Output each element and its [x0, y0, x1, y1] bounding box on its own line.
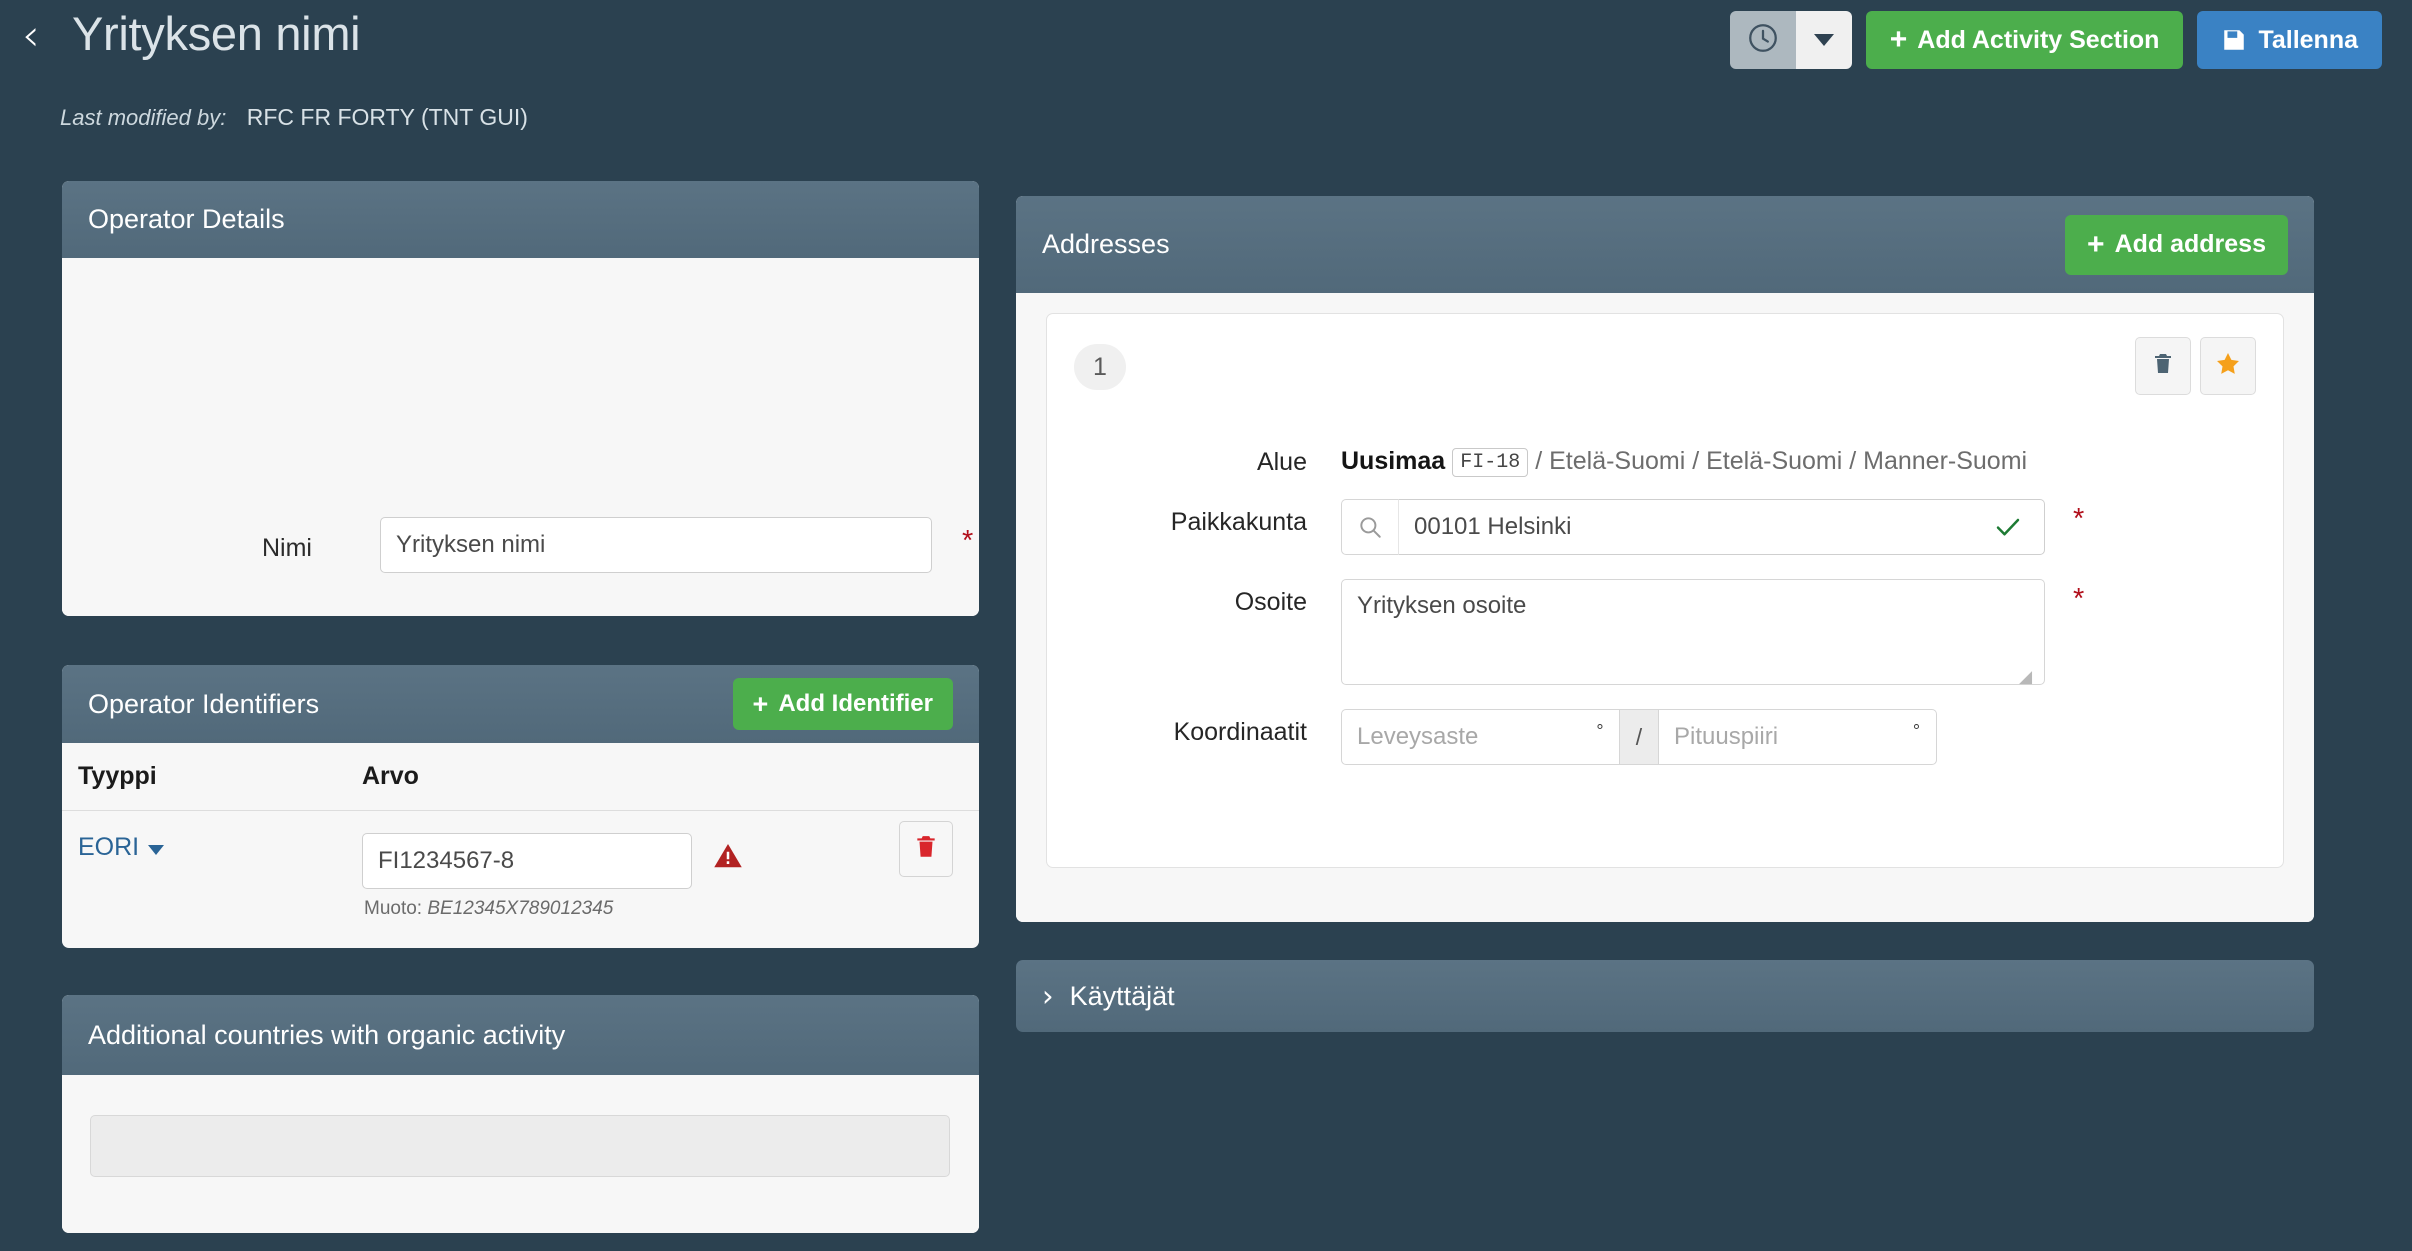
users-panel-header[interactable]: › Käyttäjät — [1016, 960, 2314, 1032]
identifier-value-input[interactable] — [362, 833, 692, 889]
paikkakunta-label: Paikkakunta — [1170, 508, 1307, 536]
operator-details-header: Operator Details — [62, 181, 979, 258]
koordinaatit-input-group: ° / ° — [1341, 709, 1937, 765]
latitude-degree-suffix: ° — [1581, 709, 1619, 765]
column-header-arvo: Arvo — [362, 762, 419, 790]
address-card-actions — [2135, 337, 2256, 395]
add-address-label: Add address — [2114, 230, 2266, 258]
addresses-panel: Addresses + Add address 1 Alue Uusimaa F… — [1016, 196, 2314, 922]
trash-icon — [913, 833, 939, 866]
additional-countries-title: Additional countries with organic activi… — [88, 1019, 566, 1050]
chevron-right-icon: › — [1042, 978, 1054, 1013]
star-filled-icon — [2214, 350, 2242, 383]
last-modified-label: Last modified by: — [60, 105, 227, 130]
history-dropdown-toggle[interactable] — [1795, 11, 1852, 69]
last-modified-info: Last modified by: RFC FR FORTY (TNT GUI) — [60, 104, 528, 131]
add-activity-section-button[interactable]: + Add Activity Section — [1865, 11, 2184, 69]
identifier-format-hint: Muoto: BE12345X789012345 — [364, 898, 744, 920]
history-split-button[interactable] — [1729, 11, 1852, 69]
address-index-badge: 1 — [1074, 344, 1126, 390]
osoite-field-wrap: ◢ — [1307, 579, 2045, 690]
paikkakunta-input-group — [1341, 499, 2045, 555]
operator-details-panel: Operator Details Nimi * Maa Suomi (FI) *… — [62, 181, 979, 616]
page-header: ‹ Yrityksen nimi Last modified by: RFC F… — [0, 0, 2412, 130]
header-actions: + Add Activity Section Tallenna — [1729, 11, 2382, 69]
caret-down-icon — [148, 844, 165, 855]
identifier-value-cell: Muoto: BE12345X789012345 — [362, 833, 744, 920]
identifier-type-label: EORI — [78, 833, 140, 861]
identifiers-table: Tyyppi Arvo EORI FI1234567-8 Muoto: BE12… — [62, 743, 979, 920]
identifiers-table-header: Tyyppi Arvo — [62, 743, 979, 811]
alue-region-code: FI-18 — [1452, 448, 1529, 477]
delete-address-button[interactable] — [2135, 337, 2191, 395]
alue-label: Alue — [1256, 448, 1307, 476]
osoite-row: Osoite ◢ * — [1047, 579, 2084, 690]
koordinaatit-row: Koordinaatit ° / ° — [1047, 709, 1937, 765]
app-root: ‹ Yrityksen nimi Last modified by: RFC F… — [0, 0, 2412, 1251]
add-identifier-label: Add Identifier — [778, 690, 933, 717]
delete-identifier-button[interactable] — [899, 821, 953, 877]
add-identifier-button[interactable]: + Add Identifier — [732, 678, 953, 730]
additional-countries-body — [62, 1075, 979, 1233]
identifier-format-value: BE12345X789012345 — [427, 898, 614, 919]
alue-row: Alue Uusimaa FI-18/ Etelä-Suomi / Etelä-S… — [1047, 439, 2027, 477]
nimi-label: Nimi — [262, 534, 312, 562]
set-primary-address-button[interactable] — [2200, 337, 2256, 395]
longitude-input[interactable] — [1659, 709, 1897, 765]
plus-icon: + — [1889, 23, 1908, 56]
operator-details-title: Operator Details — [88, 204, 285, 234]
nimi-input[interactable] — [380, 517, 932, 573]
addresses-title: Addresses — [1042, 229, 1170, 259]
additional-countries-header: Additional countries with organic activi… — [62, 995, 979, 1075]
page-title: Yrityksen nimi — [72, 7, 361, 60]
operator-identifiers-header: Operator Identifiers + Add Identifier — [62, 665, 979, 743]
alue-region-path: / Etelä-Suomi / Etelä-Suomi / Manner-Suo… — [1535, 447, 2028, 475]
last-modified-value: RFC FR FORTY (TNT GUI) — [246, 104, 528, 130]
identifier-type-dropdown[interactable]: EORI — [78, 833, 165, 862]
latitude-input[interactable] — [1341, 709, 1581, 765]
plus-icon: + — [752, 688, 769, 719]
clock-icon — [1746, 21, 1780, 60]
back-button[interactable]: ‹ — [22, 14, 40, 58]
alue-value: Uusimaa FI-18/ Etelä-Suomi / Etelä-Suomi … — [1341, 439, 2028, 477]
osoite-textarea[interactable] — [1341, 579, 2045, 685]
identifier-type-cell: EORI — [62, 833, 362, 862]
caret-down-icon — [1813, 34, 1834, 46]
osoite-label: Osoite — [1234, 588, 1307, 616]
longitude-degree-suffix: ° — [1897, 709, 1937, 765]
paikkakunta-row: Paikkakunta 00101 Helsinki * — [1047, 499, 2084, 555]
paikkakunta-required-marker: * — [2073, 503, 2085, 535]
operator-details-body: Nimi * Maa Suomi (FI) * Puhelin — [62, 258, 979, 616]
operator-identifiers-title: Operator Identifiers — [88, 688, 320, 719]
additional-countries-input[interactable] — [90, 1115, 950, 1177]
addresses-header: Addresses + Add address — [1016, 196, 2314, 293]
users-panel[interactable]: › Käyttäjät — [1016, 960, 2314, 1032]
koordinaatit-label: Koordinaatit — [1173, 718, 1307, 746]
additional-countries-panel: Additional countries with organic activi… — [62, 995, 979, 1233]
warning-triangle-icon[interactable] — [712, 841, 744, 876]
osoite-required-marker: * — [2073, 583, 2085, 615]
address-card: 1 Alue Uusimaa FI-18 / Etelä-Suomi / Ete… — [1046, 313, 2284, 868]
users-panel-title: Käyttäjät — [1069, 980, 1175, 1011]
check-icon — [1993, 512, 2023, 547]
coordinate-separator: / — [1619, 709, 1659, 765]
table-row: EORI Muoto — [62, 811, 979, 920]
history-button[interactable] — [1729, 11, 1796, 69]
trash-icon — [2151, 351, 2175, 382]
column-header-tyyppi: Tyyppi — [78, 762, 157, 790]
nimi-required-marker: * — [962, 525, 974, 557]
addresses-body: 1 Alue Uusimaa FI-18 / Etelä-Suomi / Ete… — [1016, 293, 2314, 922]
plus-icon: + — [2087, 227, 2105, 261]
save-button[interactable]: Tallenna — [2197, 11, 2382, 69]
alue-region-name: Uusimaa — [1341, 447, 1446, 475]
save-label: Tallenna — [2258, 25, 2358, 54]
search-icon — [1341, 499, 1399, 555]
identifier-format-label: Muoto: — [364, 898, 423, 919]
floppy-disk-icon — [2221, 27, 2247, 53]
paikkakunta-input[interactable] — [1399, 499, 2045, 555]
add-address-button[interactable]: + Add address — [2065, 214, 2288, 275]
operator-identifiers-panel: Operator Identifiers + Add Identifier Ty… — [62, 665, 979, 948]
add-activity-section-label: Add Activity Section — [1917, 25, 2160, 54]
